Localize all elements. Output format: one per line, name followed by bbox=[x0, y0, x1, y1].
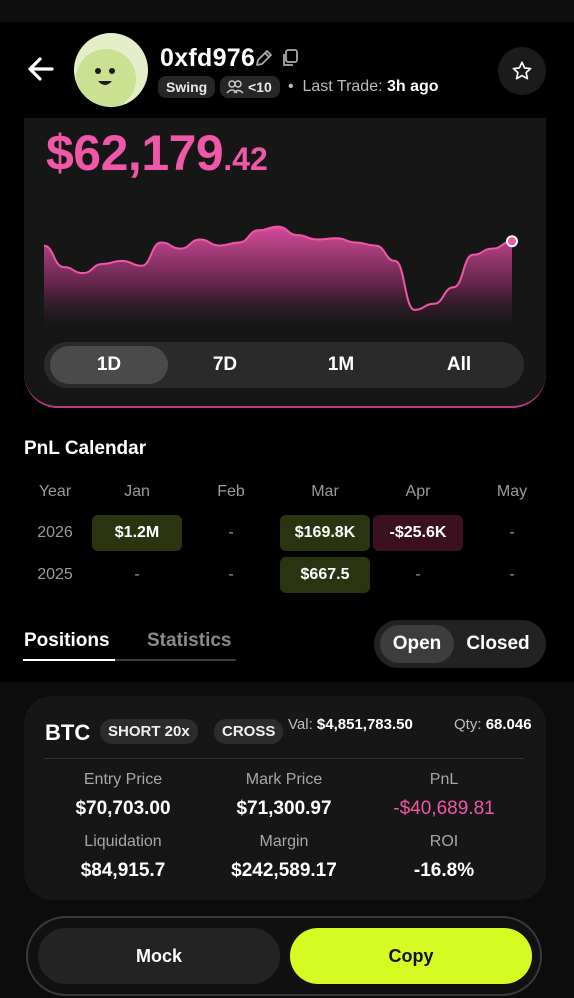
open-toggle-button[interactable]: Open bbox=[380, 625, 454, 663]
calendar-cell[interactable]: -$25.6K bbox=[373, 515, 463, 551]
copy-icon[interactable] bbox=[280, 48, 300, 68]
calendar-cell[interactable]: $1.2M bbox=[92, 515, 182, 551]
roi-label: ROI bbox=[429, 833, 459, 850]
open-closed-toggle: Open Closed bbox=[374, 620, 546, 668]
calendar-cell: - bbox=[228, 566, 234, 583]
chart-area bbox=[44, 226, 512, 330]
pnl-value: -$40,689.81 bbox=[393, 798, 495, 819]
side-badge: SHORT 20x bbox=[100, 719, 198, 744]
active-tab-underline bbox=[23, 659, 115, 661]
header: 0xfd976 Swing <10 • Last Trade: 3h ago bbox=[0, 22, 574, 118]
calendar-cell: - bbox=[509, 524, 515, 541]
range-7d-button[interactable]: 7D bbox=[166, 346, 284, 384]
tab-positions[interactable]: Positions bbox=[24, 630, 110, 652]
avatar-face-icon bbox=[76, 49, 136, 107]
star-icon bbox=[512, 61, 532, 80]
calendar-header-mar: Mar bbox=[311, 483, 339, 500]
entry-price-label: Entry Price bbox=[83, 771, 163, 788]
calendar-cell: - bbox=[134, 566, 140, 583]
divider bbox=[44, 758, 524, 759]
action-bar: Mock Copy bbox=[26, 916, 542, 996]
calendar-year: 2026 bbox=[37, 524, 73, 541]
last-trade-label: Last Trade: bbox=[302, 78, 383, 95]
roi-value: -16.8% bbox=[413, 860, 475, 881]
calendar-year: 2025 bbox=[37, 566, 73, 583]
calendar-header-may: May bbox=[496, 483, 528, 500]
margin-mode-badge: CROSS bbox=[214, 719, 284, 744]
position-qty: Qty: 68.046 bbox=[454, 716, 532, 733]
top-strip bbox=[0, 0, 574, 22]
back-arrow-icon[interactable] bbox=[24, 52, 58, 86]
position-card[interactable]: BTC SHORT 20x CROSS Val: $4,851,783.50 Q… bbox=[24, 696, 546, 900]
calendar-cell: - bbox=[228, 524, 234, 541]
liquidation-label: Liquidation bbox=[84, 833, 162, 850]
pnl-label: PnL bbox=[429, 771, 459, 788]
last-trade: • Last Trade: 3h ago bbox=[288, 78, 439, 95]
position-coin: BTC bbox=[45, 720, 91, 745]
calendar-cell[interactable]: $169.8K bbox=[280, 515, 370, 551]
favorite-button[interactable] bbox=[498, 47, 546, 95]
portfolio-card: $62,179.42 1D 7D 1M All bbox=[24, 118, 546, 408]
followers-badge: <10 bbox=[220, 76, 280, 98]
calendar-header-feb: Feb bbox=[217, 483, 245, 500]
followers-count: <10 bbox=[248, 79, 272, 95]
val-amount: $4,851,783.50 bbox=[316, 716, 413, 733]
margin-value: $242,589.17 bbox=[231, 860, 337, 881]
calendar-header-apr: Apr bbox=[405, 483, 431, 500]
last-trade-value: 3h ago bbox=[387, 78, 439, 95]
avatar bbox=[74, 33, 148, 107]
qty-label: Qty: bbox=[454, 716, 482, 733]
calendar-header-jan: Jan bbox=[124, 483, 150, 500]
calendar-cell[interactable]: $667.5 bbox=[280, 557, 370, 593]
calendar-header-year: Year bbox=[38, 483, 72, 500]
range-1d-button[interactable]: 1D bbox=[50, 346, 168, 384]
tab-underline bbox=[115, 659, 236, 661]
edit-icon[interactable] bbox=[254, 48, 274, 68]
tab-statistics[interactable]: Statistics bbox=[147, 630, 231, 652]
position-value: Val: $4,851,783.50 bbox=[288, 716, 413, 733]
margin-label: Margin bbox=[259, 833, 309, 850]
mark-price-value: $71,300.97 bbox=[236, 798, 332, 819]
copy-button[interactable]: Copy bbox=[290, 928, 532, 984]
liquidation-value: $84,915.7 bbox=[80, 860, 166, 881]
mark-price-label: Mark Price bbox=[245, 771, 323, 788]
calendar-cell: - bbox=[415, 566, 421, 583]
range-selector: 1D 7D 1M All bbox=[44, 342, 524, 388]
pnl-calendar-title: PnL Calendar bbox=[24, 438, 147, 459]
chart-latest-point bbox=[506, 235, 518, 248]
pnl-chart bbox=[43, 225, 518, 330]
range-all-button[interactable]: All bbox=[400, 346, 518, 384]
trader-name: 0xfd976 bbox=[160, 44, 256, 72]
val-label: Val: bbox=[288, 716, 313, 733]
calendar-cell: - bbox=[509, 566, 515, 583]
mock-button[interactable]: Mock bbox=[38, 928, 280, 984]
range-1m-button[interactable]: 1M bbox=[282, 346, 400, 384]
qty-amount: 68.046 bbox=[485, 716, 532, 733]
closed-toggle-button[interactable]: Closed bbox=[456, 625, 540, 663]
entry-price-value: $70,703.00 bbox=[75, 798, 171, 819]
users-icon bbox=[226, 80, 244, 94]
style-badge: Swing bbox=[158, 76, 216, 98]
